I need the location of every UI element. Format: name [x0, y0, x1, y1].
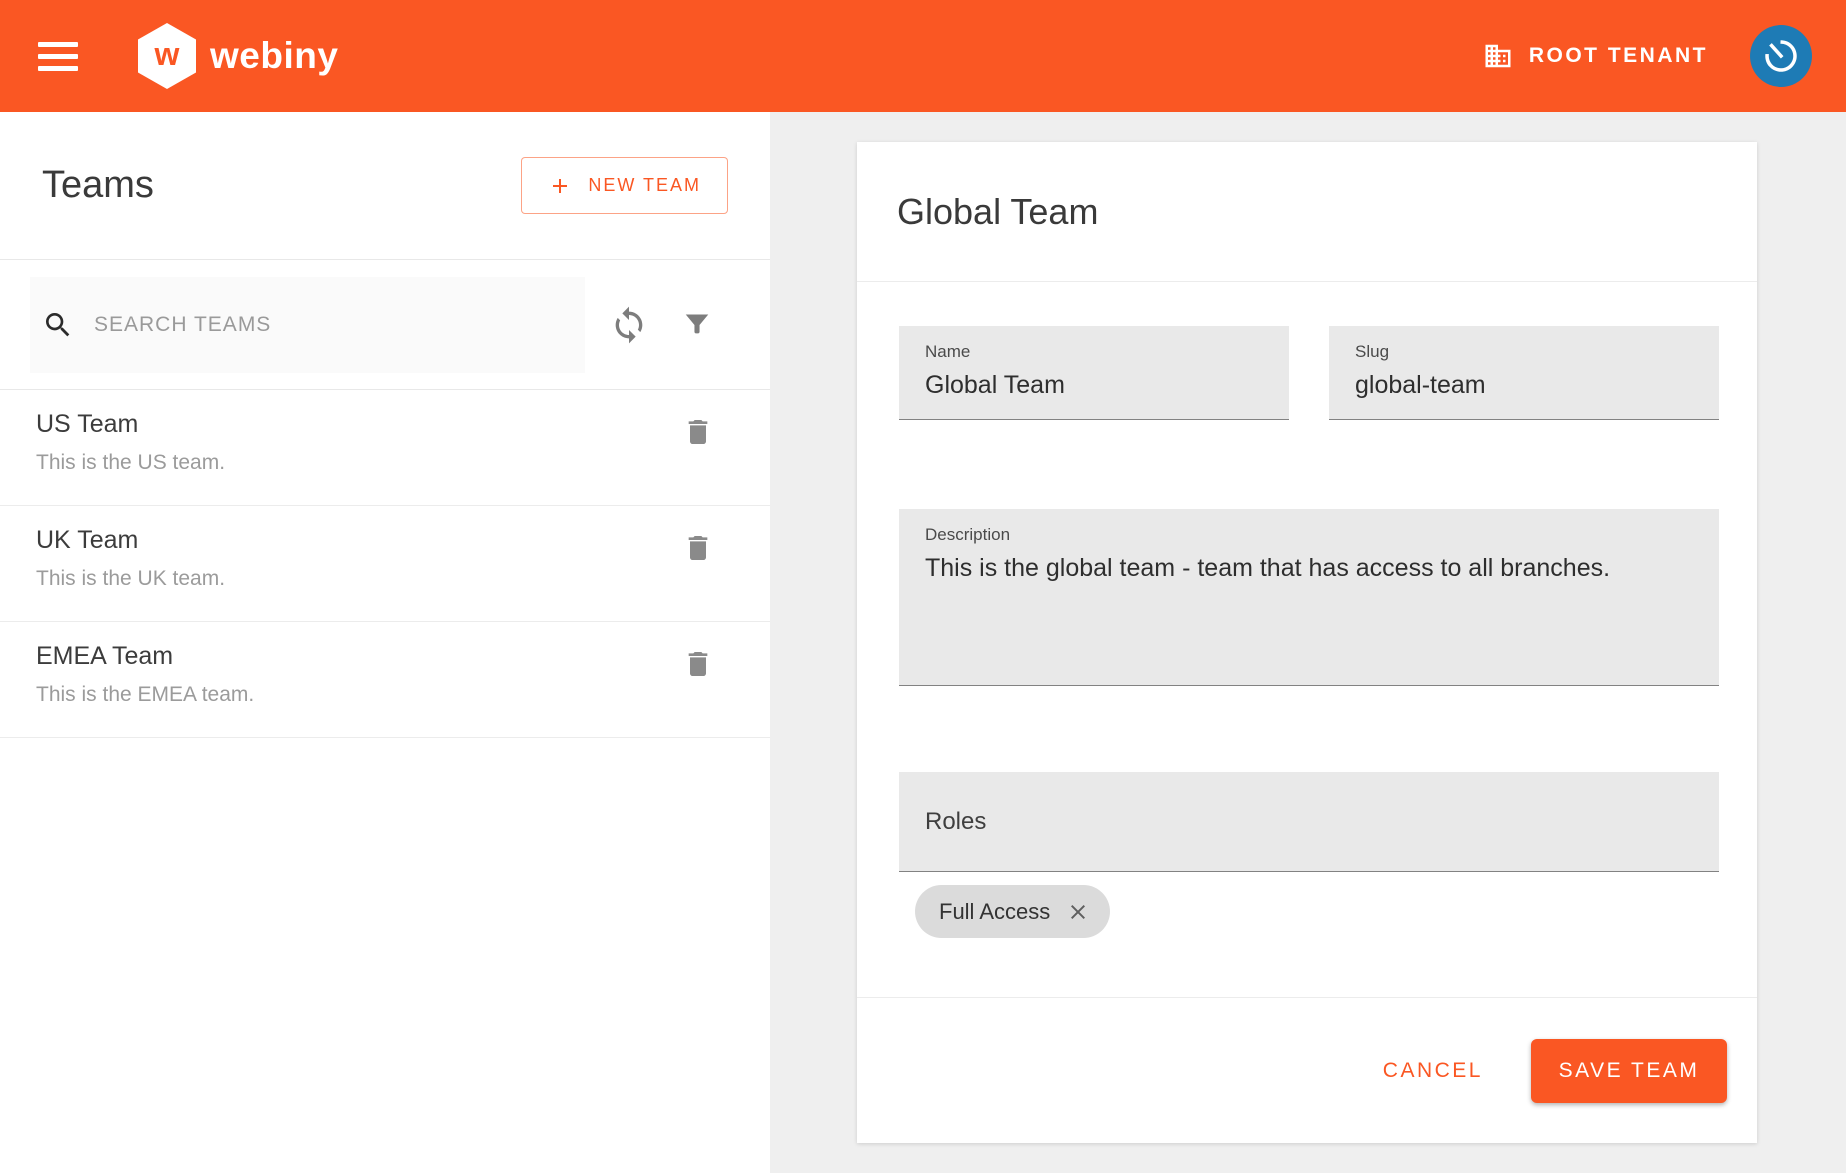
cancel-button[interactable]: CANCEL: [1373, 1049, 1493, 1093]
close-icon: [1066, 900, 1090, 924]
delete-team-button[interactable]: [682, 648, 714, 680]
team-name: EMEA Team: [36, 642, 770, 671]
slug-field-value: global-team: [1355, 371, 1693, 400]
refresh-button[interactable]: [609, 305, 649, 345]
save-team-button[interactable]: SAVE TEAM: [1531, 1039, 1727, 1103]
trash-icon: [682, 532, 714, 564]
slug-field-label: Slug: [1355, 342, 1693, 362]
search-toolbar: [0, 260, 770, 390]
teams-panel-header: Teams NEW TEAM: [0, 112, 770, 260]
search-icon: [42, 309, 74, 341]
webiny-logo: w webiny: [138, 23, 338, 89]
new-team-button[interactable]: NEW TEAM: [521, 157, 728, 214]
page-title: Teams: [42, 164, 154, 207]
filter-button[interactable]: [679, 307, 715, 343]
tenant-selector[interactable]: ROOT TENANT: [1483, 41, 1708, 71]
roles-field[interactable]: Roles: [899, 772, 1719, 872]
name-field-label: Name: [925, 342, 1263, 362]
app-header: w webiny ROOT TENANT: [0, 0, 1846, 112]
role-chip-full-access[interactable]: Full Access: [915, 885, 1110, 938]
slug-field[interactable]: Slug global-team: [1329, 326, 1719, 420]
description-field-value: This is the global team - team that has …: [925, 554, 1693, 583]
delete-team-button[interactable]: [682, 532, 714, 564]
trash-icon: [682, 648, 714, 680]
team-detail-card: Global Team Name Global Team Slug global…: [857, 142, 1757, 1143]
trash-icon: [682, 416, 714, 448]
team-name: UK Team: [36, 526, 770, 555]
refresh-icon: [609, 305, 649, 345]
delete-team-button[interactable]: [682, 416, 714, 448]
filter-icon: [679, 307, 715, 343]
description-field-label: Description: [925, 525, 1693, 545]
user-avatar[interactable]: [1750, 25, 1812, 87]
new-team-button-label: NEW TEAM: [588, 175, 701, 196]
plus-icon: [548, 174, 572, 198]
team-detail-title: Global Team: [897, 191, 1098, 233]
team-list-item-uk[interactable]: UK Team This is the UK team.: [0, 506, 770, 622]
description-field[interactable]: Description This is the global team - te…: [899, 509, 1719, 686]
building-icon: [1483, 41, 1513, 71]
search-input[interactable]: [94, 313, 534, 337]
role-chip-label: Full Access: [939, 899, 1050, 925]
team-description: This is the UK team.: [36, 567, 770, 591]
form-actions: CANCEL SAVE TEAM: [857, 997, 1757, 1143]
brand-initial: w: [155, 36, 180, 73]
teams-list-panel: Teams NEW TEAM US Team This is th: [0, 112, 770, 1173]
webiny-hexagon-icon: w: [138, 23, 196, 89]
brand-wordmark: webiny: [210, 35, 338, 77]
name-field-value: Global Team: [925, 371, 1263, 400]
search-box[interactable]: [30, 277, 585, 373]
name-field[interactable]: Name Global Team: [899, 326, 1289, 420]
team-detail-header: Global Team: [857, 142, 1757, 282]
team-description: This is the EMEA team.: [36, 683, 770, 707]
hamburger-menu-icon[interactable]: [38, 35, 82, 78]
team-description: This is the US team.: [36, 451, 770, 475]
chip-remove-button[interactable]: [1066, 900, 1090, 924]
tenant-label: ROOT TENANT: [1529, 44, 1708, 68]
roles-field-label: Roles: [925, 808, 1693, 836]
team-list-item-emea[interactable]: EMEA Team This is the EMEA team.: [0, 622, 770, 738]
gravatar-icon: [1751, 26, 1810, 85]
team-name: US Team: [36, 410, 770, 439]
team-list-item-us[interactable]: US Team This is the US team.: [0, 390, 770, 506]
